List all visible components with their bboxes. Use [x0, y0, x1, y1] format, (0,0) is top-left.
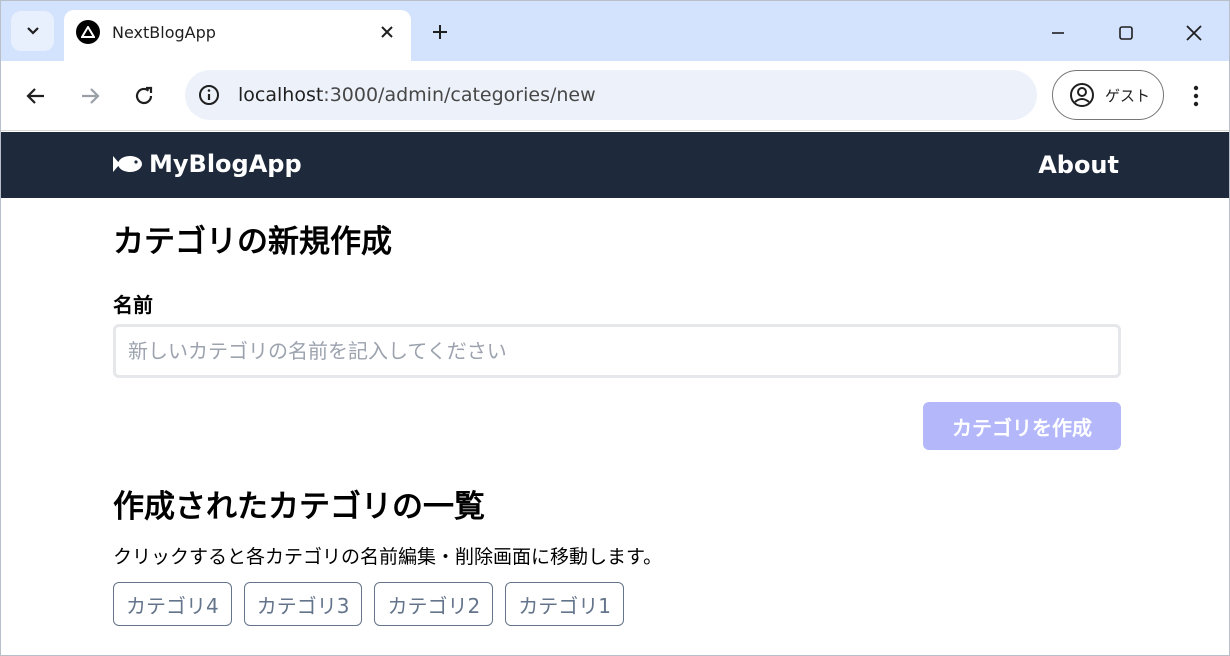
more-vertical-icon	[1193, 85, 1199, 107]
browser-menu-button[interactable]	[1181, 78, 1211, 114]
tab-strip: NextBlogApp	[1, 1, 1229, 61]
site-info-button[interactable]	[195, 81, 223, 109]
chevron-down-icon	[26, 27, 39, 35]
brand-name: MyBlogApp	[149, 150, 302, 178]
brand-link[interactable]: MyBlogApp	[111, 150, 302, 178]
site-header: MyBlogApp About	[1, 132, 1229, 198]
info-icon	[199, 85, 219, 105]
forward-button[interactable]	[72, 78, 108, 114]
arrow-left-icon	[26, 88, 44, 104]
browser-tab[interactable]: NextBlogApp	[64, 10, 411, 61]
close-tab-button[interactable]	[375, 20, 399, 44]
browser-toolbar: localhost:3000/admin/categories/new ゲスト	[1, 61, 1229, 131]
category-chip[interactable]: カテゴリ4	[113, 582, 232, 626]
fish-icon	[111, 152, 143, 176]
profile-button[interactable]: ゲスト	[1052, 70, 1164, 120]
close-icon	[381, 26, 393, 38]
account-icon	[1069, 82, 1095, 108]
browser-window: NextBlogApp localhost:3000/admin/categor…	[0, 0, 1230, 656]
close-window-button[interactable]	[1171, 13, 1217, 53]
url-path: :3000/admin/categories/new	[323, 84, 596, 106]
address-bar[interactable]: localhost:3000/admin/categories/new	[185, 70, 1037, 120]
url-text: localhost:3000/admin/categories/new	[238, 84, 596, 106]
arrow-right-icon	[82, 88, 100, 104]
maximize-button[interactable]	[1103, 13, 1149, 53]
back-button[interactable]	[18, 78, 54, 114]
name-label: 名前	[113, 293, 153, 317]
create-category-button[interactable]: カテゴリを作成	[923, 402, 1121, 450]
close-icon	[1186, 25, 1202, 41]
minimize-button[interactable]	[1035, 13, 1081, 53]
category-list: カテゴリ4 カテゴリ3 カテゴリ2 カテゴリ1	[113, 582, 624, 626]
new-tab-button[interactable]	[425, 17, 455, 47]
maximize-icon	[1119, 26, 1133, 40]
category-chip[interactable]: カテゴリ3	[243, 582, 363, 626]
reload-icon	[135, 86, 153, 105]
category-chip[interactable]: カテゴリ1	[505, 582, 624, 626]
minimize-icon	[1052, 32, 1064, 34]
triangle-logo-icon	[76, 20, 100, 44]
profile-label: ゲスト	[1105, 86, 1151, 105]
category-chip[interactable]: カテゴリ2	[374, 582, 494, 626]
category-name-input[interactable]	[113, 324, 1121, 378]
page-title: カテゴリの新規作成	[113, 224, 392, 260]
category-list-title: 作成されたカテゴリの一覧	[113, 489, 485, 525]
reload-button[interactable]	[126, 78, 162, 114]
plus-icon	[433, 25, 447, 39]
category-list-description: クリックすると各カテゴリの名前編集・削除画面に移動します。	[113, 546, 663, 568]
tab-search-button[interactable]	[11, 11, 54, 51]
tab-title: NextBlogApp	[112, 23, 216, 42]
about-link[interactable]: About	[1038, 151, 1119, 179]
url-host: localhost	[238, 84, 324, 106]
